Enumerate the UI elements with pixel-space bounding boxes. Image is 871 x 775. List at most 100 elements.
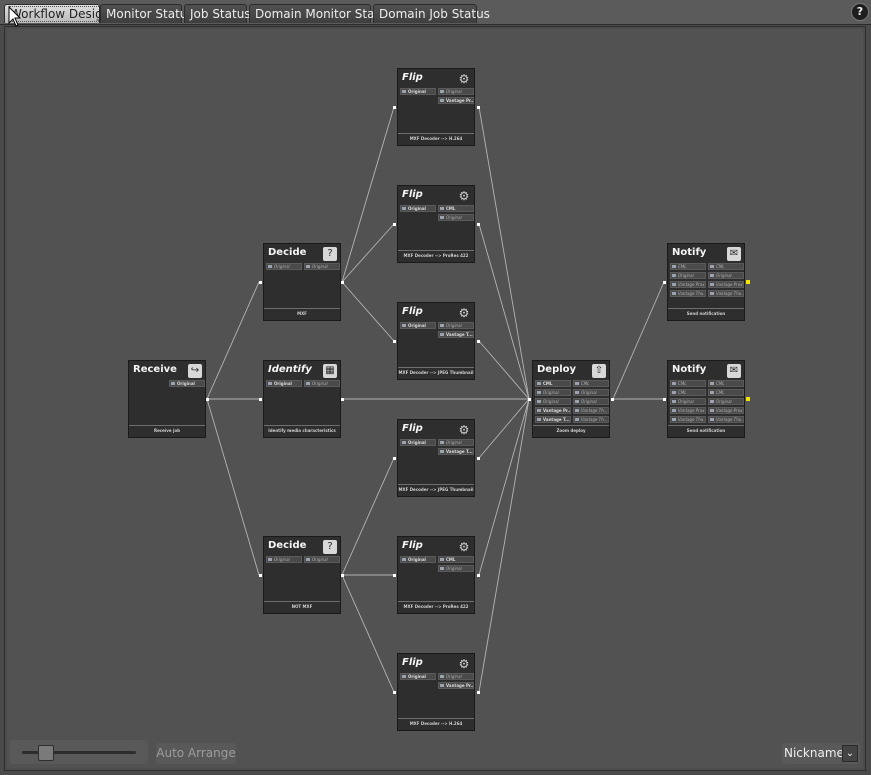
connector-dot[interactable] (393, 574, 396, 577)
connector-dot[interactable] (393, 340, 396, 343)
output-port[interactable]: Original (438, 88, 474, 95)
node-notify[interactable]: Notify ✉ CML Original Vantage Prox Vanta… (667, 243, 745, 321)
node-flip-jpeg[interactable]: Flip ⚙ Original Original Vantage T... MX… (397, 302, 475, 380)
connector-dot[interactable] (341, 281, 344, 284)
input-port[interactable]: Original (400, 322, 436, 329)
node-decide-not-mxf[interactable]: Decide ? Original Original NOT MXF (263, 536, 341, 614)
connector-dot[interactable] (663, 281, 666, 284)
node-flip-prores[interactable]: Flip ⚙ Original CML Original MXF Decoder… (397, 185, 475, 263)
output-port[interactable]: CML (438, 556, 474, 563)
input-port[interactable]: Vantage Prox (670, 281, 706, 288)
connector-dot[interactable] (393, 106, 396, 109)
connector-dot[interactable] (259, 398, 262, 401)
output-port[interactable]: Vantage Thu... (708, 290, 744, 297)
output-port[interactable]: Original (169, 380, 205, 387)
node-flip-h264[interactable]: Flip ⚙ Original Original Vantage Pr... M… (397, 653, 475, 731)
output-port[interactable]: Original (708, 398, 744, 405)
input-port[interactable]: Vantage Prox (670, 407, 706, 414)
unconnected-output-dot[interactable] (746, 397, 750, 401)
node-notify[interactable]: Notify ✉ CML CML Original Vantage Prox V… (667, 360, 745, 438)
connector-dot[interactable] (206, 398, 209, 401)
input-port[interactable]: Original (535, 389, 571, 396)
output-port[interactable]: Original (438, 673, 474, 680)
output-port[interactable]: CML (438, 205, 474, 212)
connector-dot[interactable] (477, 574, 480, 577)
output-port[interactable]: Vantage Prox (708, 281, 744, 288)
connector-dot[interactable] (663, 398, 666, 401)
input-port[interactable]: Original (670, 398, 706, 405)
output-port[interactable]: Original (438, 322, 474, 329)
input-port[interactable]: Original (535, 398, 571, 405)
output-port[interactable]: Original (573, 389, 609, 396)
node-decide-mxf[interactable]: Decide ? Original Original MXF (263, 243, 341, 321)
connector-dot[interactable] (477, 223, 480, 226)
node-flip-prores[interactable]: Flip ⚙ Original CML Original MXF Decoder… (397, 536, 475, 614)
input-port[interactable]: Original (266, 556, 302, 563)
input-port[interactable]: Original (400, 88, 436, 95)
input-port[interactable]: Vantage Pr... (535, 407, 571, 414)
output-port[interactable]: Vantage Th... (573, 416, 609, 423)
input-port[interactable]: Original (400, 205, 436, 212)
connector-dot[interactable] (611, 398, 614, 401)
connector-dot[interactable] (477, 457, 480, 460)
output-port[interactable]: Original (304, 380, 340, 387)
output-port[interactable]: Original (438, 565, 474, 572)
output-port[interactable]: Original (438, 439, 474, 446)
connector-dot[interactable] (393, 223, 396, 226)
input-port[interactable]: Original (670, 272, 706, 279)
connector-dot[interactable] (341, 398, 344, 401)
output-port[interactable]: Vantage Th... (573, 407, 609, 414)
connector-dot[interactable] (259, 281, 262, 284)
help-button[interactable]: ? (851, 3, 869, 21)
input-port[interactable]: Original (400, 556, 436, 563)
output-port[interactable]: Vantage Prox (708, 407, 744, 414)
connector-dot[interactable] (393, 457, 396, 460)
output-port[interactable]: CML (708, 380, 744, 387)
connector-dot[interactable] (528, 398, 531, 401)
output-port[interactable]: Original (573, 398, 609, 405)
unconnected-output-dot[interactable] (746, 280, 750, 284)
output-port[interactable]: Vantage T... (438, 331, 474, 338)
output-port[interactable]: Vantage Pr... (438, 97, 474, 104)
input-port[interactable]: CML (670, 380, 706, 387)
connector-dot[interactable] (477, 691, 480, 694)
input-port[interactable]: Original (266, 380, 302, 387)
tab-job-status[interactable]: Job Status (184, 4, 251, 23)
zoom-slider[interactable] (10, 740, 148, 764)
connector-dot[interactable] (393, 691, 396, 694)
connector-dot[interactable] (259, 574, 262, 577)
output-port[interactable]: Original (708, 272, 744, 279)
node-flip-h264[interactable]: Flip ⚙ Original Original Vantage Pr... M… (397, 68, 475, 146)
chevron-down-icon[interactable]: ⌄ (842, 745, 858, 762)
node-deploy[interactable]: Deploy ⇧ CML Original Original Vantage P… (532, 360, 610, 438)
output-port[interactable]: CML (708, 389, 744, 396)
output-port[interactable]: Original (438, 214, 474, 221)
input-port[interactable]: Vantage Thu... (670, 290, 706, 297)
node-identify[interactable]: Identify ▦ Original Original Identify me… (263, 360, 341, 438)
node-receive[interactable]: Receive ↪ Original Receive job (128, 360, 206, 438)
input-port[interactable]: Vantage T... (535, 416, 571, 423)
zoom-slider-thumb[interactable] (38, 745, 54, 761)
nicknames-dropdown[interactable]: Nicknames ⌄ (782, 743, 860, 764)
input-port[interactable]: CML (670, 263, 706, 270)
input-port[interactable]: CML (670, 389, 706, 396)
tab-domain-job-status[interactable]: Domain Job Status (373, 4, 490, 23)
output-port[interactable]: Vantage T... (438, 448, 474, 455)
output-port[interactable]: Original (304, 263, 340, 270)
output-port[interactable]: Vantage Thu... (708, 416, 744, 423)
connector-dot[interactable] (477, 106, 480, 109)
input-port[interactable]: Original (400, 439, 436, 446)
output-port[interactable]: Original (304, 556, 340, 563)
tab-monitor-status[interactable]: Monitor Status (100, 4, 194, 23)
output-port[interactable]: CML (708, 263, 744, 270)
input-port[interactable]: Original (400, 673, 436, 680)
output-port[interactable]: Vantage Pr... (438, 682, 474, 689)
auto-arrange-button[interactable]: Auto Arrange (156, 743, 236, 764)
input-port[interactable]: Vantage Thu... (670, 416, 706, 423)
tab-domain-monitor-status[interactable]: Domain Monitor Status (249, 4, 393, 23)
input-port[interactable]: CML (535, 380, 571, 387)
connector-dot[interactable] (341, 574, 344, 577)
output-port[interactable]: CML (573, 380, 609, 387)
connector-dot[interactable] (477, 340, 480, 343)
workflow-design-area[interactable]: Receive ↪ Original Receive job Decide ? … (7, 29, 863, 768)
